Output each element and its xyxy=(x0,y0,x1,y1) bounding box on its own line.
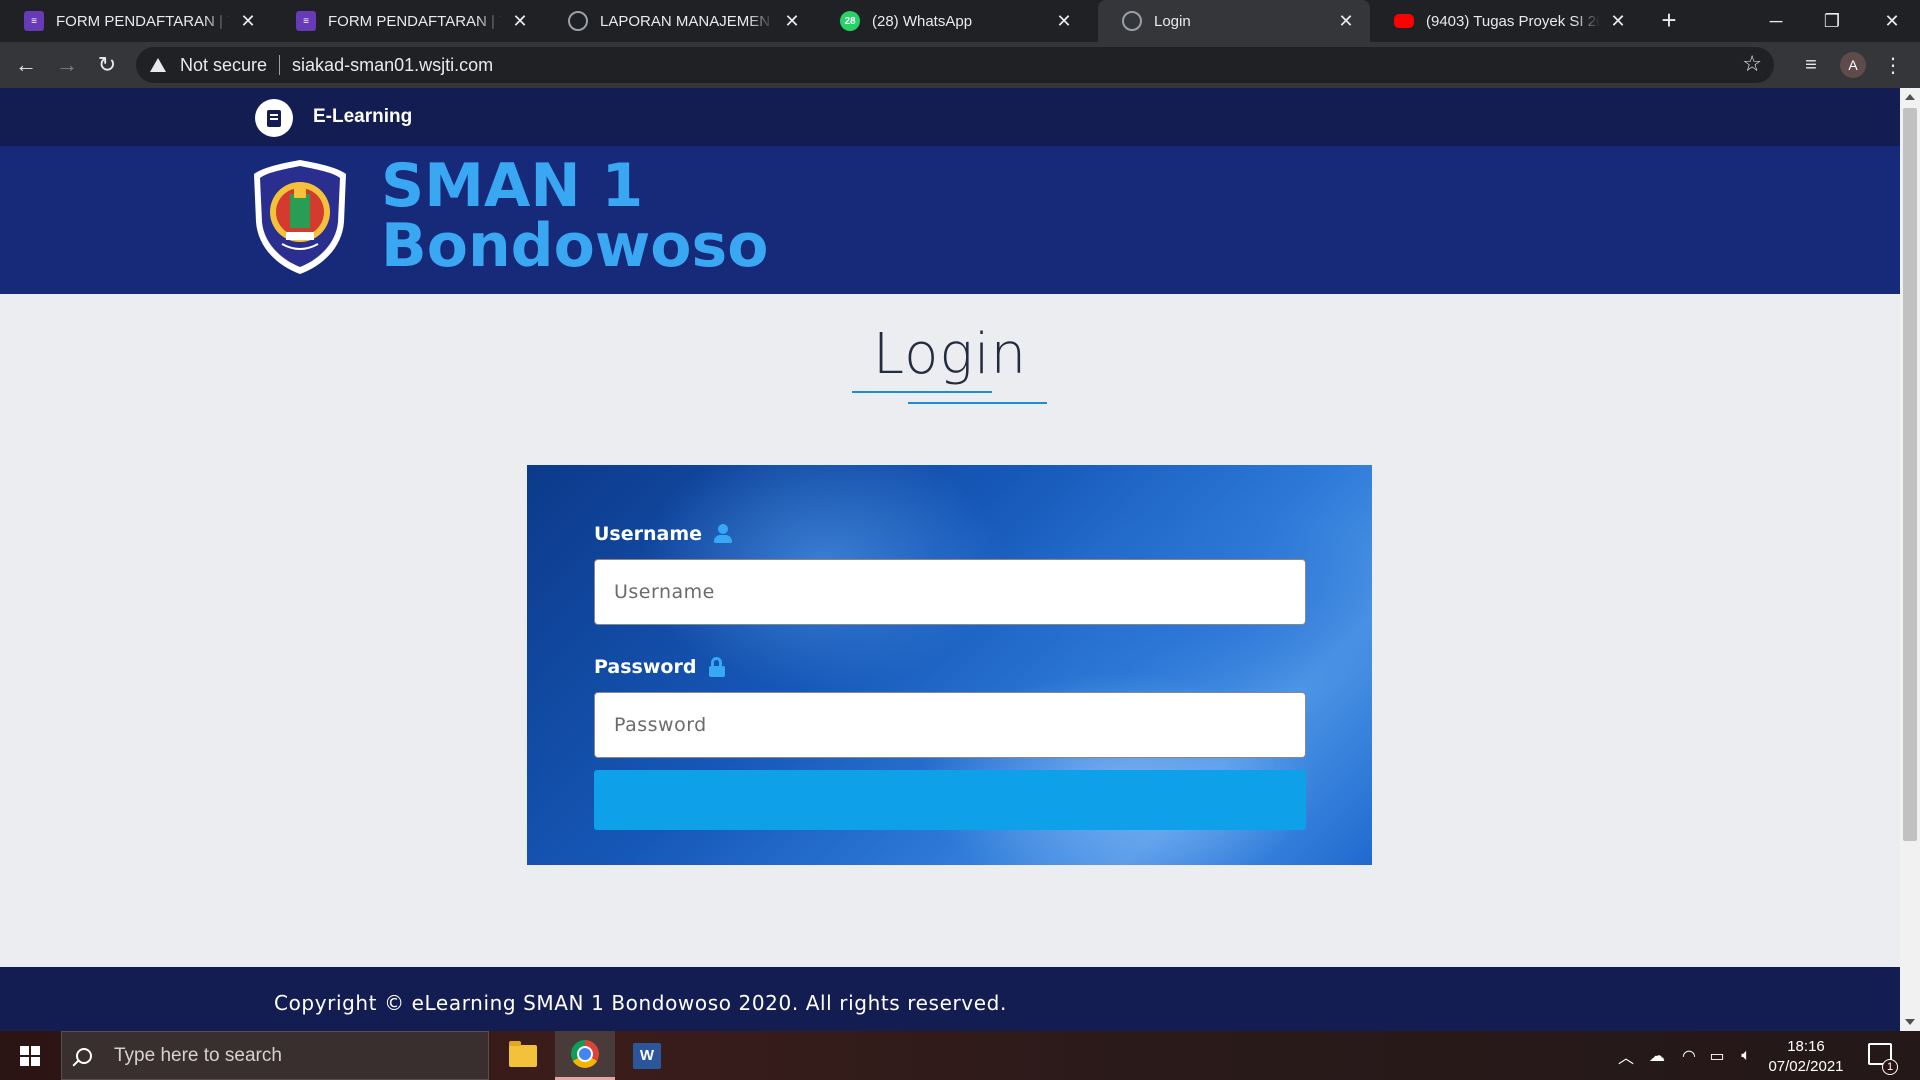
reload-button[interactable]: ↻ xyxy=(91,49,123,81)
windows-taskbar: Type here to search W ︿ ☁ ◠ ▭ 🔈︎ 18:16 0… xyxy=(0,1031,1920,1080)
scroll-thumb[interactable] xyxy=(1903,108,1917,841)
whatsapp-icon: 28 xyxy=(840,11,860,31)
page-title: Login xyxy=(872,322,1028,387)
word-icon: W xyxy=(633,1042,661,1069)
password-label: Password xyxy=(594,656,726,678)
browser-toolbar: ← → ↻ Not secure siakad-sman01.wsjti.com… xyxy=(0,42,1920,88)
scroll-down-arrow-icon[interactable] xyxy=(1905,1019,1915,1025)
globe-icon xyxy=(1122,11,1142,31)
search-icon xyxy=(76,1047,92,1064)
close-icon[interactable]: ✕ xyxy=(1336,11,1356,32)
forms-icon: ≡ xyxy=(296,11,316,31)
clock-time: 18:16 xyxy=(1787,1038,1825,1055)
file-explorer-button[interactable] xyxy=(493,1031,553,1080)
username-input[interactable] xyxy=(594,559,1306,625)
close-icon[interactable]: ✕ xyxy=(782,11,802,32)
youtube-icon xyxy=(1394,14,1414,28)
close-icon[interactable]: ✕ xyxy=(238,11,258,32)
forward-button[interactable]: → xyxy=(51,49,83,81)
forms-icon: ≡ xyxy=(24,11,44,31)
close-icon[interactable]: ✕ xyxy=(1054,11,1074,32)
battery-icon[interactable]: ▭ xyxy=(1704,1031,1730,1080)
show-hidden-icons-chevron-icon[interactable]: ︿ xyxy=(1614,1031,1638,1080)
scroll-up-arrow-icon[interactable] xyxy=(1905,94,1915,100)
bookmark-star-icon[interactable]: ☆ xyxy=(1742,51,1762,77)
restore-button[interactable]: ❐ xyxy=(1804,0,1860,42)
close-window-button[interactable]: ✕ xyxy=(1864,0,1920,42)
security-status[interactable]: Not secure xyxy=(180,55,267,76)
menu-kebab-icon[interactable]: ⋮ xyxy=(1878,49,1908,81)
chrome-taskbar-button[interactable] xyxy=(555,1031,615,1080)
wifi-icon[interactable]: ◠ xyxy=(1676,1031,1702,1080)
school-name-line2: Bondowoso xyxy=(381,211,769,281)
lock-icon xyxy=(708,657,726,677)
search-placeholder: Type here to search xyxy=(114,1044,282,1066)
browser-tab[interactable]: 28 (28) WhatsApp ✕ xyxy=(816,0,1088,42)
back-button[interactable]: ← xyxy=(10,49,42,81)
onedrive-cloud-icon[interactable]: ☁ xyxy=(1643,1031,1671,1080)
title-underline xyxy=(852,391,992,393)
browser-tab[interactable]: ≡ FORM PENDAFTARAN | TIF EXPO ✕ xyxy=(0,0,272,42)
browser-tab[interactable]: (9403) Tugas Proyek SI 2020 ✕ xyxy=(1370,0,1642,42)
warning-icon xyxy=(150,58,166,72)
close-icon[interactable]: ✕ xyxy=(1608,11,1628,32)
tab-title: FORM PENDAFTARAN | TIF EXPO xyxy=(56,12,230,30)
divider xyxy=(279,55,281,75)
windows-logo-icon xyxy=(20,1045,40,1066)
taskbar-search-box[interactable]: Type here to search xyxy=(61,1031,489,1080)
browser-tab[interactable]: LAPORAN MANAJEMEN PROYEK ✕ xyxy=(544,0,816,42)
clock-date: 07/02/2021 xyxy=(1768,1058,1844,1075)
avatar: A xyxy=(1840,52,1866,78)
globe-icon xyxy=(568,11,588,31)
password-label-text: Password xyxy=(594,656,697,678)
password-input[interactable] xyxy=(594,692,1306,758)
site-navbar: E-Learning xyxy=(0,88,1900,146)
browser-tab-strip: ≡ FORM PENDAFTARAN | TIF EXPO ✕ ≡ FORM P… xyxy=(0,0,1920,42)
new-tab-button[interactable]: + xyxy=(1655,7,1683,35)
chrome-icon xyxy=(571,1040,599,1068)
tab-title: Login xyxy=(1154,12,1191,30)
username-label: Username xyxy=(594,523,733,545)
close-icon[interactable]: ✕ xyxy=(510,11,530,32)
school-name: SMAN 1 Bondowoso xyxy=(381,156,768,276)
start-button[interactable] xyxy=(0,1031,60,1080)
copyright-text: Copyright © eLearning SMAN 1 Bondowoso 2… xyxy=(274,991,1007,1015)
site-footer: Copyright © eLearning SMAN 1 Bondowoso 2… xyxy=(0,967,1900,1031)
tab-title: (9403) Tugas Proyek SI 2020 xyxy=(1426,12,1600,30)
url-text[interactable]: siakad-sman01.wsjti.com xyxy=(292,55,493,76)
page-viewport: E-Learning SMAN 1 Bondowoso Login Userna… xyxy=(0,88,1900,1031)
word-taskbar-button[interactable]: W xyxy=(617,1031,677,1080)
profile-button[interactable]: A xyxy=(1838,49,1868,81)
login-card: Username Password xyxy=(527,465,1372,865)
brand-link[interactable]: E-Learning xyxy=(313,106,412,128)
file-explorer-icon xyxy=(509,1040,537,1067)
browser-tab[interactable]: ≡ FORM PENDAFTARAN | TIF EXPO ✕ xyxy=(272,0,544,42)
address-bar[interactable]: Not secure siakad-sman01.wsjti.com ☆ xyxy=(136,47,1774,83)
media-control-icon[interactable]: ≡ xyxy=(1796,49,1826,81)
tab-title: LAPORAN MANAJEMEN PROYEK xyxy=(600,12,774,30)
school-name-line1: SMAN 1 xyxy=(381,151,644,221)
book-icon[interactable] xyxy=(255,99,293,137)
user-icon xyxy=(714,524,733,544)
minimize-button[interactable]: ─ xyxy=(1748,0,1804,42)
login-button[interactable] xyxy=(594,770,1306,830)
browser-tab-active[interactable]: Login ✕ xyxy=(1098,0,1370,42)
tab-title: FORM PENDAFTARAN | TIF EXPO xyxy=(328,12,502,30)
title-underline xyxy=(908,402,1047,404)
taskbar-clock[interactable]: 18:16 07/02/2021 xyxy=(1763,1037,1849,1077)
tab-title: (28) WhatsApp xyxy=(872,12,973,30)
username-label-text: Username xyxy=(594,523,703,545)
school-banner: SMAN 1 Bondowoso xyxy=(0,146,1900,294)
volume-icon[interactable]: 🔈︎ xyxy=(1733,1031,1759,1080)
notification-count-badge: 1 xyxy=(1882,1059,1898,1075)
school-crest-logo xyxy=(254,160,346,274)
page-scrollbar[interactable] xyxy=(1900,88,1920,1031)
